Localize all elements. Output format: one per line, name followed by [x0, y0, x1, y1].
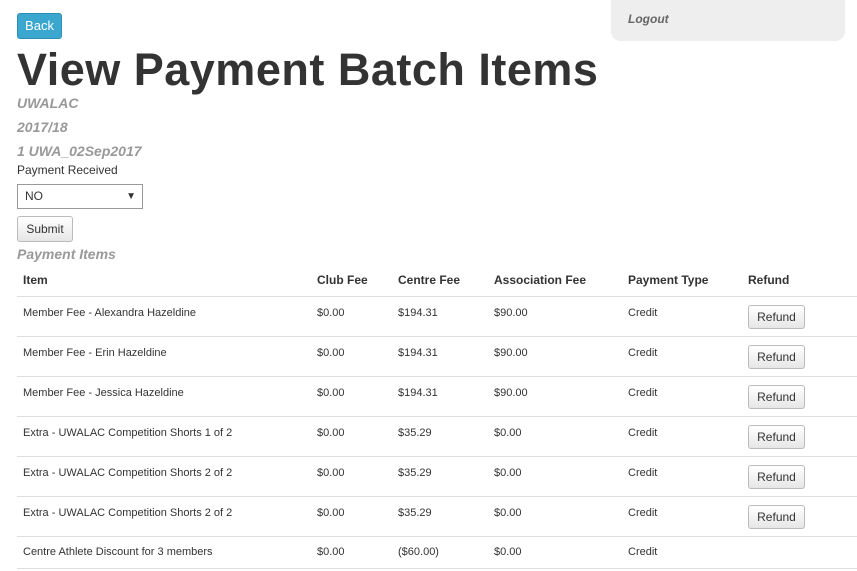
table-row: Extra - UWALAC Competition Shorts 2 of 2…	[17, 496, 857, 537]
refund-cell	[742, 536, 857, 569]
refund-cell: Refund	[742, 416, 857, 457]
refund-button[interactable]: Refund	[748, 464, 805, 489]
association-fee-cell: $90.00	[488, 296, 622, 337]
item-cell: Centre Athlete Discount for 3 members	[17, 536, 311, 569]
table-row: Centre Athlete Discount for 3 members $0…	[17, 536, 857, 569]
refund-button[interactable]: Refund	[748, 384, 805, 409]
column-header-club-fee: Club Fee	[311, 264, 392, 297]
organisation-name: UWALAC	[17, 95, 79, 111]
centre-fee-cell: $194.31	[392, 376, 488, 417]
refund-cell: Refund	[742, 336, 857, 377]
logout-link[interactable]: Logout	[628, 12, 669, 26]
column-header-association-fee: Association Fee	[488, 264, 622, 297]
back-button[interactable]: Back	[17, 13, 62, 39]
refund-button[interactable]: Refund	[748, 424, 805, 449]
association-fee-cell: $0.00	[488, 456, 622, 497]
club-fee-cell: $0.00	[311, 336, 392, 377]
club-fee-cell: $0.00	[311, 376, 392, 417]
association-fee-cell: $0.00	[488, 496, 622, 537]
refund-cell: Refund	[742, 496, 857, 537]
item-cell: Extra - UWALAC Competition Shorts 2 of 2	[17, 456, 311, 497]
user-panel: Logout	[611, 0, 845, 41]
table-row: Member Fee - Alexandra Hazeldine $0.00 $…	[17, 296, 857, 337]
centre-fee-cell: $194.31	[392, 336, 488, 377]
table-row: Extra - UWALAC Competition Shorts 2 of 2…	[17, 456, 857, 497]
column-header-centre-fee: Centre Fee	[392, 264, 488, 297]
club-fee-cell: $0.00	[311, 296, 392, 337]
club-fee-cell: $0.00	[311, 416, 392, 457]
association-fee-cell: $0.00	[488, 536, 622, 569]
table-row: Member Fee - Jessica Hazeldine $0.00 $19…	[17, 376, 857, 417]
payment-type-cell: Credit	[622, 456, 742, 497]
payment-received-select[interactable]: NO ▼	[17, 184, 143, 209]
payment-received-label: Payment Received	[17, 163, 118, 177]
payment-type-cell: Credit	[622, 416, 742, 457]
column-header-payment-type: Payment Type	[622, 264, 742, 297]
payment-type-cell: Credit	[622, 296, 742, 337]
table-header-row: Item Club Fee Centre Fee Association Fee…	[17, 264, 857, 297]
season-label: 2017/18	[17, 119, 68, 135]
centre-fee-cell: ($60.00)	[392, 536, 488, 569]
item-cell: Member Fee - Erin Hazeldine	[17, 336, 311, 377]
association-fee-cell: $90.00	[488, 376, 622, 417]
centre-fee-cell: $35.29	[392, 456, 488, 497]
payment-type-cell: Credit	[622, 496, 742, 537]
association-fee-cell: $90.00	[488, 336, 622, 377]
item-cell: Extra - UWALAC Competition Shorts 2 of 2	[17, 496, 311, 537]
item-cell: Extra - UWALAC Competition Shorts 1 of 2	[17, 416, 311, 457]
payment-items-heading: Payment Items	[17, 246, 116, 262]
club-fee-cell: $0.00	[311, 496, 392, 537]
payment-type-cell: Credit	[622, 336, 742, 377]
item-cell: Member Fee - Jessica Hazeldine	[17, 376, 311, 417]
club-fee-cell: $0.00	[311, 536, 392, 569]
refund-cell: Refund	[742, 296, 857, 337]
refund-button[interactable]: Refund	[748, 304, 805, 329]
club-fee-cell: $0.00	[311, 456, 392, 497]
payment-items-table: Item Club Fee Centre Fee Association Fee…	[17, 264, 857, 569]
refund-button[interactable]: Refund	[748, 504, 805, 529]
payment-type-cell: Credit	[622, 376, 742, 417]
association-fee-cell: $0.00	[488, 416, 622, 457]
column-header-item: Item	[17, 264, 311, 297]
submit-button[interactable]: Submit	[17, 216, 73, 242]
refund-cell: Refund	[742, 456, 857, 497]
refund-cell: Refund	[742, 376, 857, 417]
batch-name: 1 UWA_02Sep2017	[17, 143, 142, 159]
table-row: Extra - UWALAC Competition Shorts 1 of 2…	[17, 416, 857, 457]
payment-received-value: NO	[25, 189, 43, 203]
item-cell: Member Fee - Alexandra Hazeldine	[17, 296, 311, 337]
chevron-down-icon: ▼	[126, 191, 136, 202]
payment-type-cell: Credit	[622, 536, 742, 569]
centre-fee-cell: $194.31	[392, 296, 488, 337]
table-row: Member Fee - Erin Hazeldine $0.00 $194.3…	[17, 336, 857, 377]
page-title: View Payment Batch Items	[17, 44, 599, 95]
centre-fee-cell: $35.29	[392, 496, 488, 537]
column-header-refund: Refund	[742, 264, 857, 297]
refund-button[interactable]: Refund	[748, 344, 805, 369]
centre-fee-cell: $35.29	[392, 416, 488, 457]
